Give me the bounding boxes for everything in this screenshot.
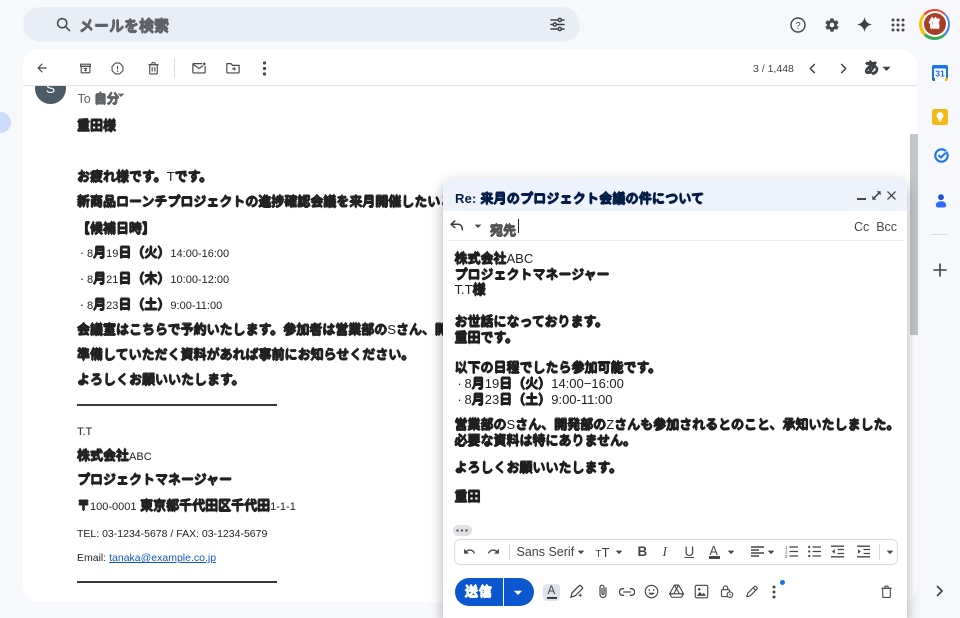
svg-text:31: 31 xyxy=(935,69,945,79)
svg-text:?: ? xyxy=(795,20,800,31)
svg-text:3: 3 xyxy=(785,554,788,558)
